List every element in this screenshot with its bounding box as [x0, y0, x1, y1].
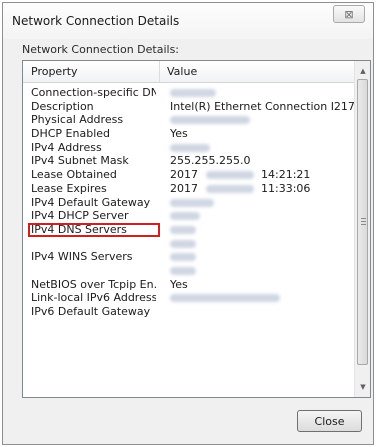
rows-container: Connection-specific DN... Description In… [23, 86, 366, 319]
value-cell: 2017 11:33:06 [170, 182, 310, 196]
property-cell: Physical Address [31, 113, 124, 127]
value-cell [170, 223, 196, 237]
vertical-scrollbar[interactable]: ▲ ▼ [354, 61, 370, 397]
grip-line [361, 224, 366, 225]
value-cell: 2017 14:21:21 [170, 168, 310, 182]
property-cell: IPv4 Address [31, 140, 102, 154]
list-row[interactable]: Lease Obtained 2017 14:21:21 [23, 168, 355, 182]
redacted-value [170, 212, 200, 221]
value-cell: 255.255.255.0 [170, 154, 251, 168]
list-row[interactable]: DHCP Enabled Yes [23, 127, 355, 141]
redacted-value [170, 239, 196, 248]
list-row[interactable] [23, 237, 355, 251]
property-cell: IPv4 Subnet Mask [31, 154, 129, 168]
property-cell: Link-local IPv6 Address [31, 291, 156, 305]
scroll-up-arrow-icon[interactable]: ▲ [355, 63, 370, 79]
window-title: Network Connection Details [12, 14, 180, 28]
list-row-dns-servers[interactable]: IPv4 DNS Servers [23, 222, 355, 237]
value-cell [170, 86, 216, 100]
value-cell [170, 113, 250, 127]
list-row[interactable]: IPv4 WINS Servers [23, 250, 355, 264]
redacted-value [170, 253, 196, 262]
grip-line [361, 221, 366, 222]
value-cell [170, 196, 214, 210]
property-cell: IPv4 Default Gateway [31, 195, 151, 209]
close-window-icon[interactable]: ⊠ [333, 5, 365, 23]
redacted-value [170, 294, 280, 303]
property-cell: DHCP Enabled [31, 127, 111, 141]
column-header-property-label: Property [31, 65, 78, 78]
value-year: 2017 [170, 181, 198, 195]
list-row[interactable]: NetBIOS over Tcpip En... Yes [23, 278, 355, 292]
value-cell: Yes [170, 277, 188, 291]
redacted-value [170, 266, 196, 275]
value-time: 14:21:21 [261, 168, 311, 182]
redacted-value [170, 143, 210, 152]
redacted-value [205, 184, 254, 193]
list-row[interactable]: IPv4 Address [23, 141, 355, 155]
scrollbar-thumb[interactable] [357, 79, 368, 365]
redacted-value [170, 225, 196, 234]
value-cell: Intel(R) Ethernet Connection I217-V [170, 99, 366, 113]
property-cell: Connection-specific DN... [31, 86, 156, 99]
column-header-value-label: Value [167, 65, 198, 78]
column-header-property[interactable]: Property [23, 61, 160, 82]
property-cell: Description [31, 99, 94, 113]
title-bar: Network Connection Details ⊠ [3, 3, 373, 39]
redacted-value [170, 198, 214, 207]
redacted-value [205, 171, 254, 180]
property-cell: IPv4 DHCP Server [31, 209, 129, 223]
property-cell: Lease Expires [31, 181, 107, 195]
list-row[interactable]: Description Intel(R) Ethernet Connection… [23, 99, 366, 114]
value-cell: Yes [170, 127, 188, 141]
value-year: 2017 [170, 168, 198, 182]
property-cell: IPv4 WINS Servers [31, 250, 133, 264]
value-cell [170, 264, 196, 278]
details-list[interactable]: Property Value Connection-specific DN...… [22, 60, 371, 398]
list-header: Property Value [23, 61, 355, 83]
column-header-value[interactable]: Value [161, 61, 197, 82]
redacted-value [170, 89, 216, 97]
value-cell [170, 291, 280, 305]
list-row[interactable]: Physical Address [23, 113, 355, 127]
value-time: 11:33:06 [261, 181, 311, 195]
property-cell: NetBIOS over Tcpip En... [31, 277, 156, 291]
close-button[interactable]: Close [297, 410, 362, 432]
list-row[interactable]: IPv4 Subnet Mask 255.255.255.0 [23, 154, 355, 168]
value-cell [170, 237, 196, 251]
grip-line [361, 218, 366, 219]
property-cell: Lease Obtained [31, 168, 117, 182]
section-label: Network Connection Details: [22, 43, 180, 56]
list-row[interactable]: IPv6 Default Gateway [23, 305, 355, 319]
list-row[interactable] [23, 264, 355, 278]
list-row[interactable]: Connection-specific DN... [23, 86, 355, 100]
property-cell: IPv6 Default Gateway [31, 305, 151, 318]
list-row[interactable]: IPv4 Default Gateway [23, 196, 355, 210]
list-row[interactable]: Lease Expires 2017 11:33:06 [23, 182, 355, 196]
value-cell [170, 141, 210, 155]
value-cell [170, 250, 196, 264]
highlight-box [28, 222, 160, 237]
value-cell [170, 209, 200, 223]
redacted-value [170, 116, 250, 125]
list-row[interactable]: Link-local IPv6 Address [23, 291, 355, 305]
scroll-down-arrow-icon[interactable]: ▼ [355, 379, 370, 395]
list-row[interactable]: IPv4 DHCP Server [23, 209, 355, 223]
